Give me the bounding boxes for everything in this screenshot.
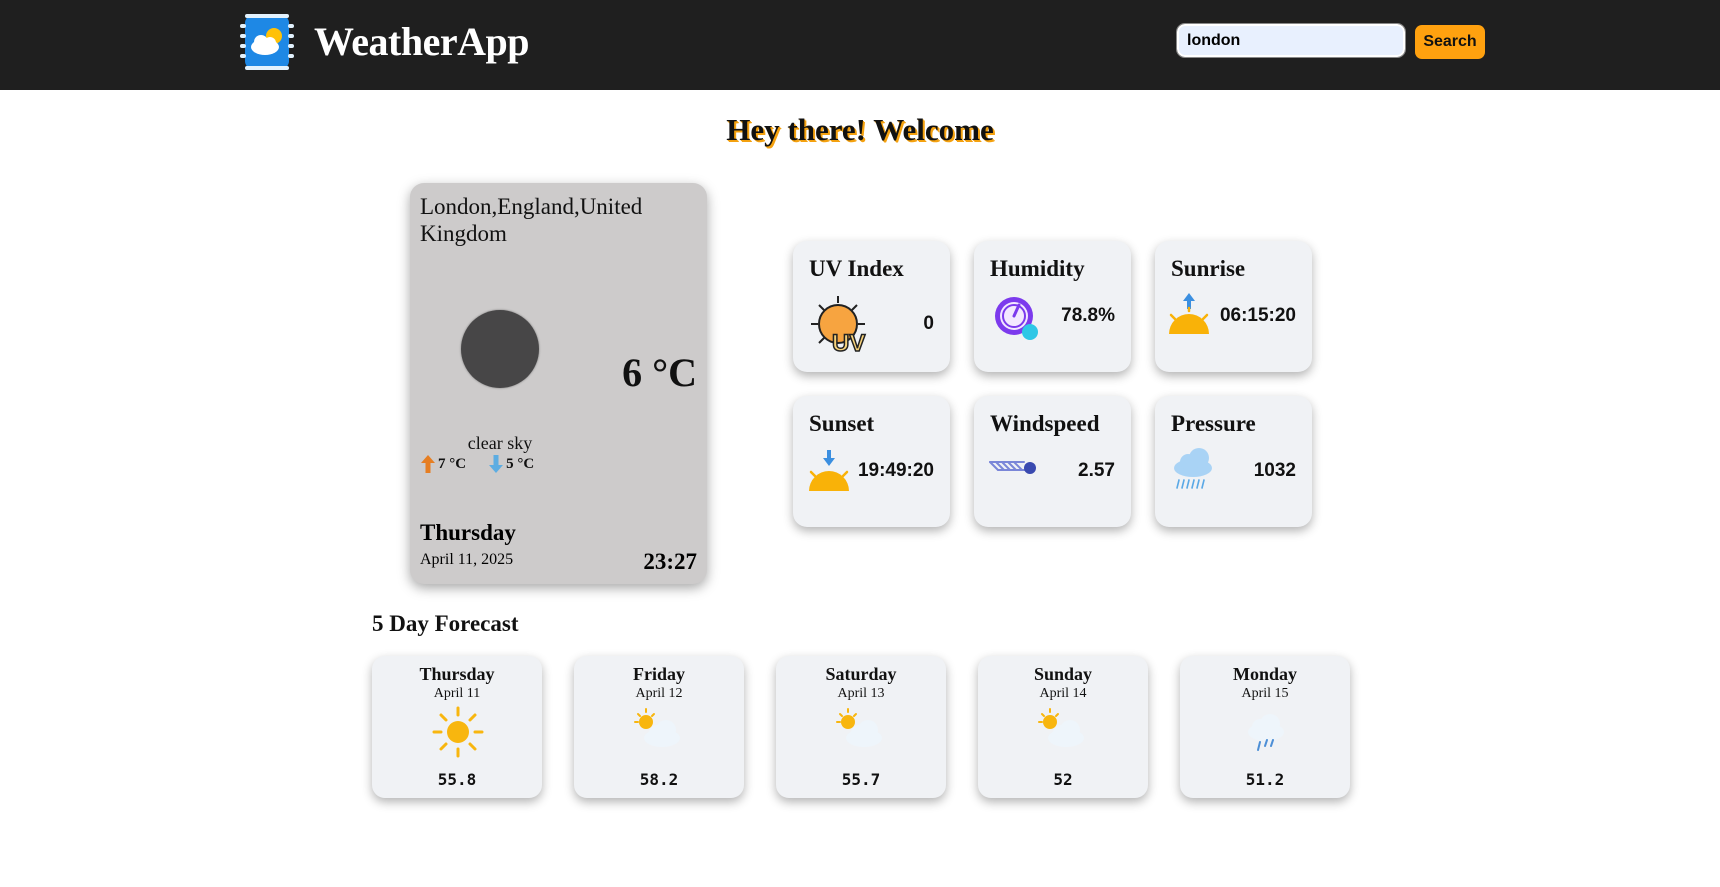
uv-index-value: 0 [923,313,934,334]
humidity-value: 78.8% [1061,305,1115,326]
forecast-day: Saturday [825,664,897,684]
weather-description: clear sky [467,433,533,453]
pressure-card: Pressure 1032 [1155,396,1312,527]
sunrise-label: Sunrise [1171,256,1246,281]
forecast-temp: 51.2 [1245,770,1285,789]
forecast-day: Friday [633,664,685,684]
low-temp: 5 °C [506,455,535,472]
current-day: Thursday [420,520,516,545]
forecast-temp: 55.8 [437,770,477,789]
arrow-down-icon [489,455,504,473]
forecast-temp: 55.7 [841,770,881,789]
high-temp: 7 °C [438,455,467,472]
current-time: 23:27 [643,549,697,574]
forecast-temp: 58.2 [639,770,679,789]
uv-sun-icon: UV [811,296,866,353]
rain-cloud-icon [1174,448,1212,489]
forecast-date: April 15 [1241,686,1289,701]
high-low-temps: 7 °C 5 °C [420,454,556,474]
search-input[interactable] [1176,23,1406,58]
forecast-day: Sunday [1033,664,1093,684]
current-weather-card: London,England,United Kingdom 6 °C clear… [410,183,707,584]
forecast-card: Saturday April 13 55.7 [776,656,946,798]
weather-cloud-sun-icon [240,14,294,70]
partly-cloudy-icon [1038,708,1084,747]
forecast-card: Sunday April 14 52 [978,656,1148,798]
current-date: April 11, 2025 [420,551,514,568]
forecast-card: Monday April 15 51.2 [1180,656,1350,798]
wind-icon [989,461,1036,474]
app-title: WeatherApp [314,19,530,64]
windspeed-card: Windspeed 2.57 [974,396,1131,527]
forecast-temp: 52 [1053,770,1073,789]
humidity-gauge-icon [995,297,1038,340]
weather-condition-icon [461,310,539,388]
humidity-label: Humidity [990,256,1085,281]
sunset-label: Sunset [809,411,875,436]
forecast-heading: 5 Day Forecast [372,611,519,636]
forecast-day: Monday [1232,664,1297,684]
pressure-value: 1032 [1253,460,1296,481]
rain-cloud-icon [1248,714,1284,751]
sunrise-icon [1169,293,1209,334]
sunrise-value: 06:15:20 [1219,305,1296,326]
search-button[interactable]: Search [1415,25,1485,59]
welcome-heading: Hey there! Welcome [726,112,994,147]
forecast-card: Friday April 12 58.2 [574,656,744,798]
windspeed-value: 2.57 [1078,460,1115,481]
windspeed-label: Windspeed [990,411,1100,436]
forecast-date: April 12 [635,686,683,701]
arrow-up-icon [421,455,435,473]
location-text: London,England,United Kingdom [420,194,643,246]
humidity-card: Humidity 78.8% [974,241,1131,372]
forecast-date: April 14 [1039,686,1087,701]
pressure-label: Pressure [1171,411,1256,436]
svg-text:UV: UV [832,330,865,353]
uv-index-card: UV Index UV 0 [793,241,950,372]
sunrise-card: Sunrise 06:15:20 [1155,241,1312,372]
current-temperature: 6 °C [622,350,697,395]
sunset-card: Sunset 19:49:20 [793,396,950,527]
forecast-day: Thursday [419,664,495,684]
forecast-card: Thursday April 11 55.8 [372,656,542,798]
forecast-date: April 11 [433,686,481,701]
partly-cloudy-icon [836,708,882,747]
partly-cloudy-icon [634,708,680,747]
uv-index-label: UV Index [809,256,904,281]
forecast-date: April 13 [837,686,885,701]
sunset-value: 19:49:20 [857,460,934,481]
sun-icon [432,706,484,758]
app-header: WeatherApp Search [0,0,1720,90]
